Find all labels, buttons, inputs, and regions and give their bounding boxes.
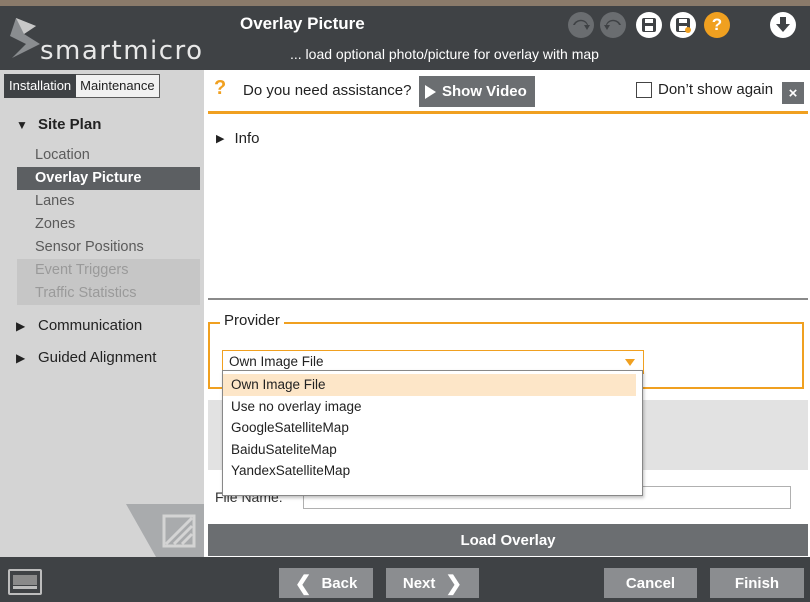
provider-option-google[interactable]: GoogleSatelliteMap: [223, 417, 636, 439]
chevron-down-icon: ▼: [16, 117, 28, 132]
sidebar-item-overlay-picture[interactable]: Overlay Picture: [17, 167, 200, 190]
load-overlay-button[interactable]: Load Overlay: [208, 524, 808, 556]
sidebar-item-sensor-positions[interactable]: Sensor Positions: [17, 236, 200, 259]
page-title: Overlay Picture: [240, 14, 365, 33]
provider-legend: Provider: [220, 312, 284, 329]
page-subtitle: ... load optional photo/picture for over…: [290, 46, 599, 62]
dont-show-checkbox[interactable]: [636, 82, 652, 98]
finish-button[interactable]: Finish: [710, 568, 804, 598]
chevron-right-icon: ▶: [16, 350, 26, 365]
sidebar-item-zones[interactable]: Zones: [17, 213, 200, 236]
provider-option-baidu[interactable]: BaiduSateliteMap: [223, 439, 636, 461]
header-bar: smartmicro Overlay Picture ... load opti…: [0, 6, 810, 70]
info-expander[interactable]: ▶ Info: [216, 130, 260, 147]
section-guided-alignment-label: Guided Alignment: [38, 349, 157, 366]
sidebar: Installation Maintenance ▼ Site Plan Loc…: [0, 70, 204, 557]
close-assistance-button[interactable]: ×: [782, 82, 804, 104]
provider-selected-value: Own Image File: [229, 354, 324, 369]
chevron-right-icon: ▶: [216, 133, 225, 145]
provider-dropdown-list: Own Image File Use no overlay image Goog…: [222, 370, 643, 496]
dont-show-label[interactable]: Don’t show again: [658, 81, 773, 98]
keyboard-icon[interactable]: [8, 569, 42, 595]
chevron-right-icon: ▶: [16, 318, 26, 333]
provider-option-own-image-file[interactable]: Own Image File: [223, 374, 636, 396]
section-site-plan-label: Site Plan: [38, 116, 102, 133]
save-as-icon[interactable]: [670, 12, 696, 38]
section-communication[interactable]: ▶ Communication: [16, 317, 142, 334]
section-communication-label: Communication: [38, 317, 143, 334]
chevron-right-icon: ❯: [445, 572, 463, 595]
wizard-window: smartmicro Overlay Picture ... load opti…: [0, 6, 810, 602]
sidebar-item-event-triggers: Event Triggers: [17, 259, 200, 282]
assistance-text: Do you need assistance?: [243, 82, 412, 99]
sidebar-item-lanes[interactable]: Lanes: [17, 190, 200, 213]
play-icon: [425, 84, 436, 99]
help-icon[interactable]: ?: [704, 12, 730, 38]
assistance-bar: ? Do you need assistance? Show Video Don…: [208, 70, 808, 114]
tab-maintenance[interactable]: Maintenance: [76, 74, 160, 98]
save-icon[interactable]: [636, 12, 662, 38]
help-glyph: ?: [711, 15, 723, 34]
show-video-button[interactable]: Show Video: [419, 76, 535, 107]
splitter[interactable]: [208, 298, 808, 300]
cancel-button[interactable]: Cancel: [604, 568, 697, 598]
provider-option-no-overlay[interactable]: Use no overlay image: [223, 396, 636, 418]
dropdown-caret-icon: [625, 359, 635, 366]
section-site-plan[interactable]: ▼ Site Plan: [16, 116, 101, 133]
provider-option-yandex[interactable]: YandexSatelliteMap: [223, 460, 636, 482]
question-icon: ?: [214, 77, 227, 99]
logo-text: smartmicro: [40, 36, 204, 66]
undo-icon[interactable]: [568, 12, 594, 38]
smartmicro-logo: smartmicro: [6, 14, 204, 66]
download-icon[interactable]: [770, 12, 796, 38]
redo-icon[interactable]: [600, 12, 626, 38]
footer-bar: ❮ Back Next ❯ Cancel Finish: [0, 557, 810, 602]
sidebar-item-traffic-statistics: Traffic Statistics: [17, 282, 200, 305]
next-label: Next: [402, 574, 436, 592]
tab-installation[interactable]: Installation: [4, 74, 77, 98]
sidebar-tabs: Installation Maintenance: [4, 74, 160, 98]
show-video-label: Show Video: [442, 83, 527, 100]
next-button[interactable]: Next ❯: [386, 568, 479, 598]
back-label: Back: [321, 574, 358, 592]
info-label: Info: [234, 130, 260, 147]
chevron-left-icon: ❮: [294, 572, 312, 595]
back-button[interactable]: ❮ Back: [279, 568, 373, 598]
section-guided-alignment[interactable]: ▶ Guided Alignment: [16, 349, 156, 366]
map-corner-icon: [126, 504, 204, 557]
sidebar-item-location[interactable]: Location: [17, 144, 200, 167]
